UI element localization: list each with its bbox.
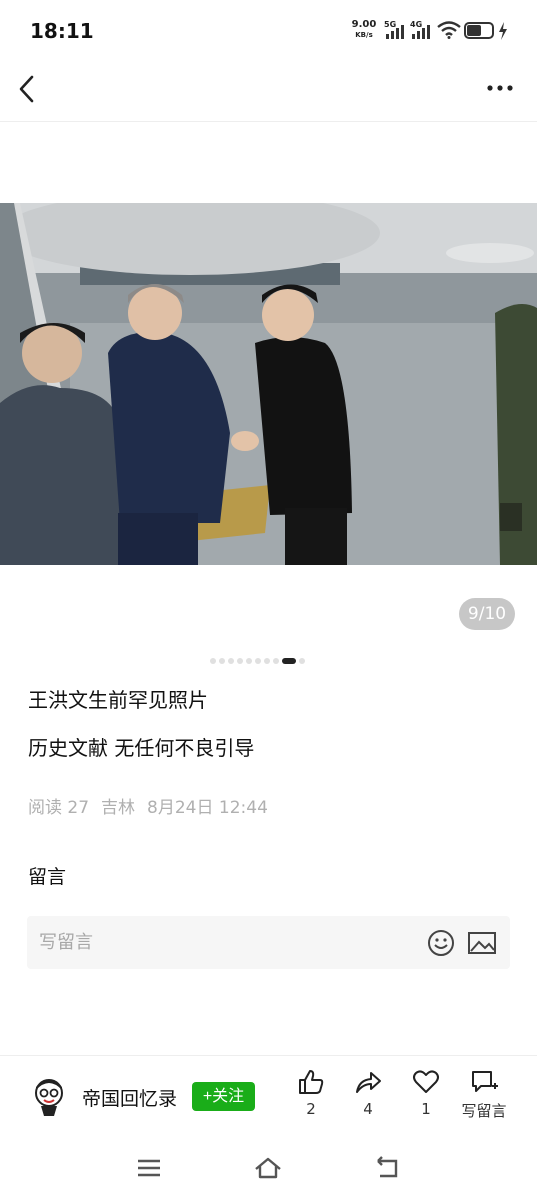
status-bar: 18:11 9.00 KB/s 5G 4G [0, 0, 537, 60]
pagination-dot [273, 658, 279, 664]
avatar-icon [35, 1079, 63, 1116]
share-arrow-icon [356, 1072, 381, 1093]
back-icon [377, 1156, 398, 1178]
follow-button[interactable]: +关注 [192, 1082, 255, 1111]
heart-icon [413, 1070, 439, 1093]
bolt-icon [498, 21, 508, 45]
gallery-pagination [210, 657, 305, 665]
article-meta: 阅读 27 吉林 8月24日 12:44 [28, 793, 268, 818]
wifi-icon [437, 21, 461, 43]
status-time: 18:11 [30, 19, 94, 43]
image-icon [468, 932, 496, 954]
signal-5g-icon: 5G [384, 20, 406, 40]
pagination-dot [219, 658, 225, 664]
system-back-button[interactable] [372, 1154, 402, 1182]
chevron-left-icon [19, 75, 34, 103]
back-button[interactable] [14, 72, 42, 106]
home-icon [255, 1157, 281, 1179]
network-speed-value: 9.00 [351, 19, 377, 30]
emoji-icon [428, 930, 454, 956]
author-name[interactable]: 帝国回忆录 [82, 1084, 177, 1111]
pagination-dot [228, 658, 234, 664]
signal-5g-label: 5G [384, 20, 397, 29]
article-subtitle: 历史文献 无任何不良引导 [28, 736, 255, 760]
pagination-dot [210, 658, 216, 664]
more-dots-icon [487, 85, 513, 91]
thumbs-up-icon [299, 1070, 324, 1094]
network-speed-unit: KB/s [355, 31, 373, 39]
read-count: 阅读 27 [28, 798, 90, 818]
gallery-counter: 9/10 [459, 598, 515, 630]
comment-add-icon [472, 1071, 498, 1092]
author-avatar[interactable] [32, 1078, 66, 1118]
like-count: 2 [306, 1100, 316, 1118]
share-button[interactable]: 4 [338, 1068, 398, 1118]
pagination-dot [255, 658, 261, 664]
comment-input[interactable] [39, 916, 419, 969]
bottom-action-bar: 帝国回忆录 +关注 2 4 1 写留言 [0, 1055, 537, 1137]
pagination-dot [237, 658, 243, 664]
header-divider [0, 121, 537, 122]
pagination-dot [264, 658, 270, 664]
article-page: 18:11 9.00 KB/s 5G 4G 9/10 王洪文生前罕见照片 历史文… [0, 0, 537, 1199]
system-navigation-bar [0, 1137, 537, 1199]
share-count: 4 [363, 1100, 373, 1118]
comment-box [27, 916, 510, 969]
network-speed: 9.00 KB/s [350, 20, 378, 40]
pagination-dot-active [282, 658, 296, 664]
signal-4g-label: 4G [410, 20, 423, 29]
menu-icon [138, 1159, 160, 1177]
location: 吉林 [101, 798, 136, 818]
emoji-button[interactable] [427, 929, 455, 957]
pagination-dot [246, 658, 252, 664]
gallery-photo[interactable] [0, 203, 537, 565]
battery-icon [464, 22, 494, 39]
write-comment-label: 写留言 [461, 1102, 507, 1120]
like-button[interactable]: 2 [281, 1068, 341, 1118]
signal-4g-icon: 4G [410, 20, 432, 40]
article-title: 王洪文生前罕见照片 [28, 688, 208, 712]
more-button[interactable] [484, 78, 516, 98]
system-menu-button[interactable] [134, 1154, 164, 1182]
favorite-button[interactable]: 1 [396, 1068, 456, 1118]
image-button[interactable] [467, 930, 497, 956]
comments-heading: 留言 [28, 866, 67, 888]
write-comment-button[interactable]: 写留言 [454, 1068, 514, 1121]
favorite-count: 1 [421, 1100, 431, 1118]
pagination-dot [299, 658, 305, 664]
publish-date: 8月24日 12:44 [147, 798, 268, 818]
system-home-button[interactable] [253, 1154, 283, 1182]
